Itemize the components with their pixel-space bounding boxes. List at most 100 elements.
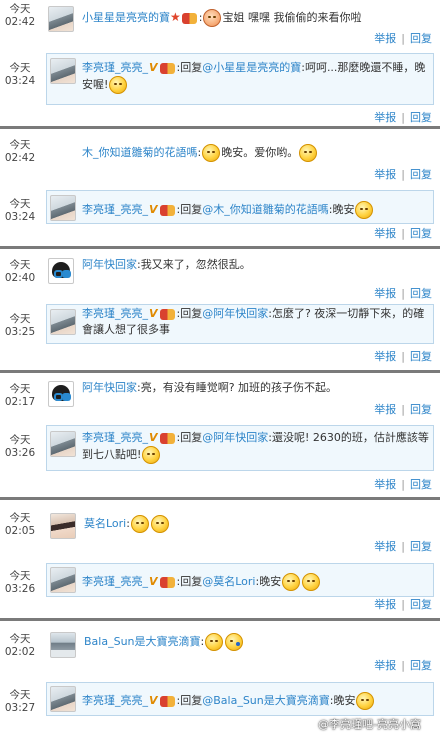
time-day: 今天 [9,512,31,524]
reply-link[interactable]: 回复 [410,111,432,124]
comment-actions: 举报 | 回复 [374,598,432,611]
emoji-icon [142,446,161,464]
avatar[interactable] [48,6,74,32]
time-4b: 今天 03:26 [3,434,37,460]
username-link[interactable]: 木_你知道雛菊的花語嗎 [82,146,198,159]
avatar[interactable] [50,632,76,658]
report-link[interactable]: 举报 [374,659,396,672]
time-6b: 今天 03:27 [3,689,37,715]
comment-actions: 举报 | 回复 [374,478,432,491]
comment-actions: 举报 | 回复 [374,287,432,300]
username-link[interactable]: 李亮瑾_亮亮_ [82,431,148,444]
reply-text: :晚安 [328,203,355,216]
mention-link[interactable]: @小星星是亮亮的寶 [202,61,301,74]
reply-link[interactable]: 回复 [410,350,432,363]
username-link[interactable]: 李亮瑾_亮亮_ [82,694,148,707]
time-1a: 今天 02:42 [3,3,37,29]
username-link[interactable]: 小星星是亮亮的寶 [82,11,170,24]
reply-line: 李亮瑾_亮亮_V:回复@阿年快回家:怎麼了? 夜深一切靜下來，的確會讓人想了很多… [82,307,425,336]
reply-line: 李亮瑾_亮亮_V:回复@阿年快回家:還没呢! 2630的班，估計應該等到七八點吧… [82,430,432,464]
time-clock: 02:17 [4,396,36,408]
avatar[interactable] [50,686,76,712]
member-badge-icon [159,695,175,707]
comment-text: 亮，有没有睡觉啊? 加班的孩子伤不起。 [140,381,338,394]
comment-actions: 举报 | 回复 [374,168,432,181]
reply-link[interactable]: 回复 [410,287,432,300]
time-day: 今天 [9,633,31,645]
verified-v-icon: V [149,203,158,216]
time-3a: 今天 02:40 [3,259,37,285]
avatar[interactable] [50,431,76,457]
comment-text: 宝姐 嘿嘿 我偷偷的来看你啦 [222,11,362,24]
avatar[interactable] [48,381,74,407]
verified-v-icon: V [149,307,158,320]
username-link[interactable]: 李亮瑾_亮亮_ [82,575,148,588]
time-6a: 今天 02:02 [3,633,37,659]
report-link[interactable]: 举报 [374,287,396,300]
report-link[interactable]: 举报 [374,227,396,240]
reply-link[interactable]: 回复 [410,227,432,240]
mention-link[interactable]: @莫名Lori [202,575,255,588]
comment-line: 阿年快回家:我又来了，忽然很乱。 [82,258,251,271]
report-link[interactable]: 举报 [374,168,396,181]
comment-line: 木_你知道雛菊的花語嗎: 晚安。爱你哟。 [82,144,318,162]
verified-v-icon: V [149,694,158,707]
time-5b: 今天 03:26 [3,570,37,596]
emoji-icon [355,201,374,219]
username-link[interactable]: 阿年快回家 [82,258,137,271]
entry-separator [0,246,440,249]
report-link[interactable]: 举报 [374,350,396,363]
mention-link[interactable]: @木_你知道雛菊的花語嗎 [202,203,329,216]
avatar[interactable] [50,513,76,539]
avatar[interactable] [50,309,76,335]
avatar[interactable] [48,258,74,284]
comment-actions: 举报 | 回复 [374,659,432,672]
username-link[interactable]: 阿年快回家 [82,381,137,394]
time-day: 今天 [9,259,31,271]
reply-link[interactable]: 回复 [410,32,432,45]
time-day: 今天 [9,139,31,151]
time-clock: 02:05 [4,525,36,537]
comment-actions: 举报 | 回复 [374,540,432,553]
time-clock: 03:25 [4,326,36,338]
time-day: 今天 [9,62,31,74]
report-link[interactable]: 举报 [374,111,396,124]
report-link[interactable]: 举报 [374,32,396,45]
emoji-icon [109,76,128,94]
report-link[interactable]: 举报 [374,478,396,491]
avatar[interactable] [50,195,76,221]
emoji-icon [356,692,375,710]
member-badge-icon [181,12,197,24]
time-clock: 03:26 [4,583,36,595]
comment-actions: 举报 | 回复 [374,403,432,416]
username-link[interactable]: 李亮瑾_亮亮_ [82,307,148,320]
comment-actions: 举报 | 回复 [374,32,432,45]
reply-link[interactable]: 回复 [410,598,432,611]
mention-link[interactable]: @Bala_Sun是大寶亮滴寶 [202,694,330,707]
report-link[interactable]: 举报 [374,540,396,553]
emoji-icon [282,573,301,591]
reply-link[interactable]: 回复 [410,659,432,672]
report-link[interactable]: 举报 [374,403,396,416]
avatar[interactable] [50,58,76,84]
username-link[interactable]: 李亮瑾_亮亮_ [82,203,148,216]
member-badge-icon [159,576,175,588]
reply-link[interactable]: 回复 [410,403,432,416]
member-badge-icon [159,432,175,444]
reply-link[interactable]: 回复 [410,168,432,181]
comment-actions: 举报 | 回复 [374,350,432,363]
mention-link[interactable]: @阿年快回家 [202,307,268,320]
username-link[interactable]: Bala_Sun是大寶亮滴寶 [84,635,201,648]
avatar[interactable] [50,567,76,593]
time-1b: 今天 03:24 [3,62,37,88]
time-day: 今天 [9,3,31,15]
username-link[interactable]: 李亮瑾_亮亮_ [82,61,148,74]
username-link[interactable]: 莫名Lori [84,517,126,530]
reply-text: :晚安 [255,575,282,588]
baby-emoji-icon [203,9,222,27]
reply-link[interactable]: 回复 [410,540,432,553]
reply-link[interactable]: 回复 [410,478,432,491]
verified-v-icon: V [149,575,158,588]
report-link[interactable]: 举报 [374,598,396,611]
mention-link[interactable]: @阿年快回家 [202,431,268,444]
